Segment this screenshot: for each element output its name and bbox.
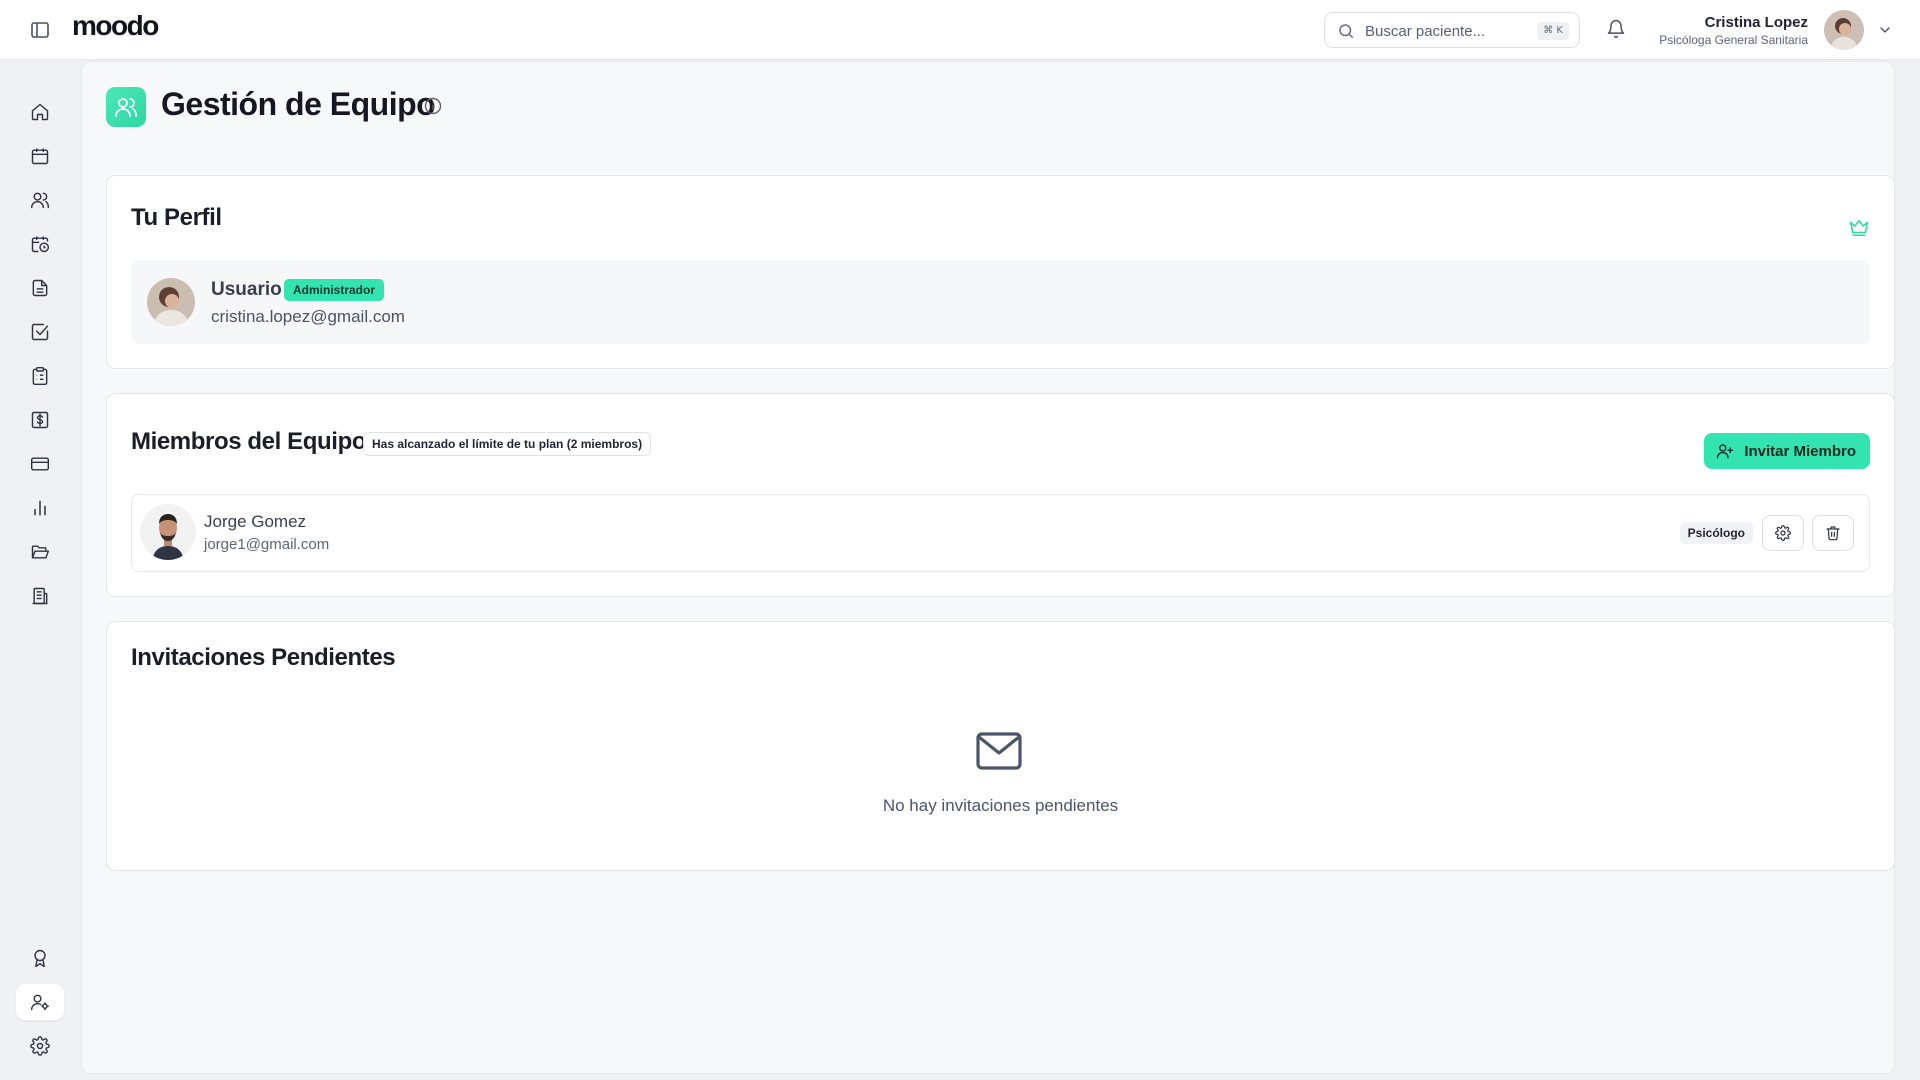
credit-card-icon <box>30 457 50 471</box>
sidebar-item-clinic[interactable] <box>16 578 64 614</box>
calendar-icon <box>31 148 49 165</box>
sidebar-item-patients[interactable] <box>16 182 64 218</box>
team-members-card: Miembros del Equipo Has alcanzado el lím… <box>106 393 1895 597</box>
member-name: Jorge Gomez <box>204 512 307 531</box>
patient-search[interactable]: ⌘ K <box>1324 12 1580 48</box>
user-role: Psicóloga General Sanitaria <box>1659 33 1808 47</box>
sidebar-item-billing[interactable] <box>16 402 64 438</box>
notifications-bell-icon[interactable] <box>1606 19 1626 39</box>
page-title: Gestión de Equipo <box>161 86 436 122</box>
sidebar-item-schedule[interactable] <box>16 226 64 262</box>
building-icon <box>32 587 48 605</box>
mail-icon <box>975 730 1023 772</box>
member-role-badge: Psicólogo <box>1679 522 1753 544</box>
user-avatar[interactable] <box>1824 10 1864 50</box>
profile-card-title: Tu Perfil <box>131 204 222 231</box>
search-input[interactable] <box>1365 20 1525 42</box>
invite-member-button[interactable]: Invitar Miembro <box>1704 433 1870 469</box>
folder-open-icon <box>31 545 50 559</box>
crown-icon <box>1848 216 1870 238</box>
sidebar-item-team[interactable] <box>16 984 64 1020</box>
pending-invitations-title: Invitaciones Pendientes <box>131 644 396 671</box>
dollar-square-icon <box>31 411 49 429</box>
sidebar-item-payments[interactable] <box>16 446 64 482</box>
trash-icon <box>1826 526 1840 541</box>
bar-chart-icon <box>34 500 46 516</box>
member-settings-button[interactable] <box>1762 515 1804 551</box>
app-logo[interactable]: moodo <box>72 10 159 42</box>
profile-email: cristina.lopez@gmail.com <box>211 307 405 326</box>
sidebar-item-clipboard[interactable] <box>16 358 64 394</box>
sidebar <box>0 60 80 1080</box>
profile-card: Tu Perfil Usuario Administrador cristina… <box>106 175 1895 369</box>
profile-avatar <box>147 278 195 326</box>
sidebar-item-settings[interactable] <box>16 1028 64 1064</box>
chevron-down-icon[interactable] <box>1877 22 1893 38</box>
profile-name: Usuario <box>211 279 282 300</box>
sidebar-item-tasks[interactable] <box>16 314 64 350</box>
member-delete-button[interactable] <box>1812 515 1854 551</box>
award-icon <box>34 949 46 968</box>
admin-badge: Administrador <box>284 279 385 301</box>
check-square-icon <box>31 323 49 341</box>
top-bar: moodo ⌘ K Cristina Lopez Psicóloga Gener… <box>0 0 1920 60</box>
search-shortcut: ⌘ K <box>1537 22 1569 40</box>
sidebar-item-calendar[interactable] <box>16 138 64 174</box>
empty-invitations-text: No hay invitaciones pendientes <box>882 796 1119 815</box>
profile-row: Usuario Administrador cristina.lopez@gma… <box>131 260 1870 344</box>
calendar-clock-icon <box>31 236 50 253</box>
sidebar-item-files[interactable] <box>16 534 64 570</box>
sidebar-toggle-icon[interactable] <box>28 18 52 42</box>
file-text-icon <box>32 279 48 297</box>
sidebar-item-statistics[interactable] <box>16 490 64 526</box>
user-name: Cristina Lopez <box>1704 14 1808 31</box>
user-cog-icon <box>30 994 50 1011</box>
clipboard-list-icon <box>32 366 48 386</box>
plan-limit-badge: Has alcanzado el límite de tu plan (2 mi… <box>363 432 652 456</box>
sidebar-item-documents[interactable] <box>16 270 64 306</box>
team-member-row: Jorge Gomez jorge1@gmail.com Psicólogo <box>131 494 1870 572</box>
sidebar-item-achievements[interactable] <box>16 940 64 976</box>
home-icon <box>31 103 49 121</box>
users-icon <box>30 192 50 209</box>
team-members-title: Miembros del Equipo <box>131 428 367 455</box>
invite-member-label: Invitar Miembro <box>1744 442 1856 460</box>
pending-invitations-card: Invitaciones Pendientes No hay invitacio… <box>106 621 1895 871</box>
sidebar-item-home[interactable] <box>16 94 64 130</box>
search-icon <box>1337 22 1355 40</box>
member-email: jorge1@gmail.com <box>204 536 330 553</box>
gear-icon <box>1775 525 1791 541</box>
member-avatar <box>140 504 196 560</box>
gear-icon <box>30 1036 50 1056</box>
user-plus-icon <box>1717 444 1734 459</box>
team-page-icon <box>106 87 146 127</box>
info-icon[interactable] <box>423 96 443 116</box>
